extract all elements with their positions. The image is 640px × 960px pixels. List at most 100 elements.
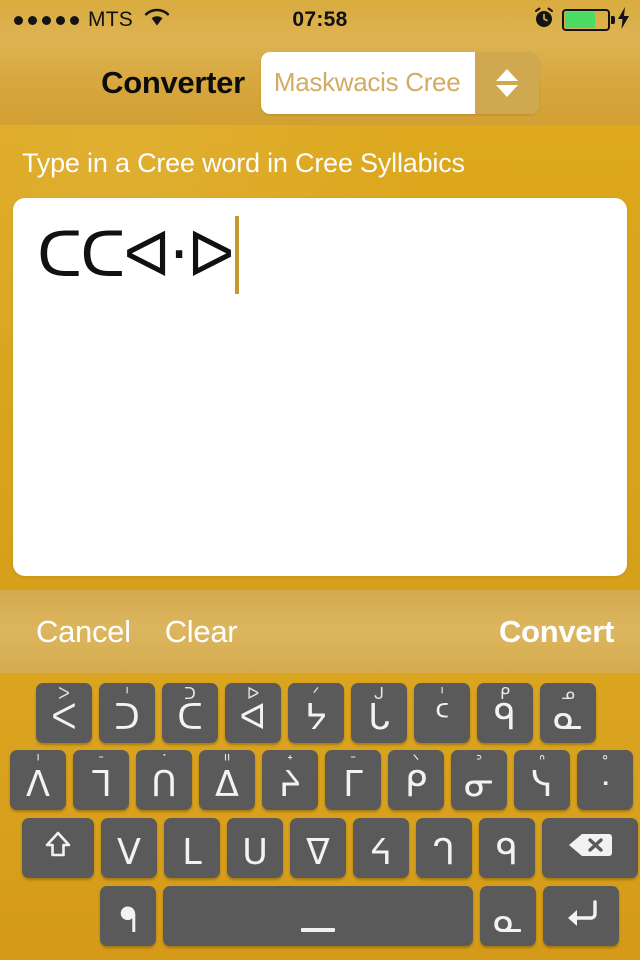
- key-glyph: ᑭ: [405, 765, 427, 805]
- space-bar-marker: [301, 928, 335, 932]
- key-3[interactable]: ᐦᐃ: [199, 750, 255, 810]
- key-glyph: ᒣ: [90, 765, 112, 805]
- key-alt-glyph: ᐟ: [312, 684, 320, 703]
- keyboard-row-3: ᐯ ᒪᑌᐁᔦ ᒉ ᑫ: [0, 818, 640, 878]
- key-glyph: ᒉ: [433, 833, 455, 873]
- key-2[interactable]: ᓇ: [480, 886, 536, 946]
- key-glyph: ᔭ: [305, 698, 327, 738]
- key-glyph: ᑎ: [151, 765, 177, 805]
- key-alt-glyph: ᐝ: [161, 751, 167, 770]
- key-alt-glyph: ᐢ: [538, 751, 546, 770]
- status-bar-right: [533, 6, 630, 34]
- language-picker-value[interactable]: Maskwacis Cree: [261, 52, 475, 114]
- return-icon: [561, 898, 601, 935]
- cree-text-value: ᑕᑕᐊ·ᐅ: [37, 218, 235, 291]
- key-8[interactable]: ᐢᓭ: [514, 750, 570, 810]
- key-7[interactable]: ᐣᓂ: [451, 750, 507, 810]
- key-alt-glyph: ᑊ: [440, 684, 444, 703]
- key-glyph: ᐃ: [215, 765, 239, 805]
- key-4[interactable]: ᐩᔨ: [262, 750, 318, 810]
- key-alt-glyph: ᓄ: [561, 684, 575, 703]
- key-alt-glyph: ᐤ: [601, 751, 609, 770]
- key-glyph: ᑦ: [434, 698, 450, 738]
- key-alt-glyph: ᐦ: [223, 751, 231, 770]
- alarm-clock-icon: [533, 7, 555, 34]
- key-7[interactable]: ᑫ: [479, 818, 535, 878]
- key-5[interactable]: ᒍᒐ: [351, 683, 407, 743]
- key-glyph: ᑫ: [496, 833, 518, 873]
- key-0[interactable]: ᐳᐸ: [36, 683, 92, 743]
- key-1[interactable]: ᑊᑐ: [99, 683, 155, 743]
- key-glyph: ᓂ: [464, 765, 494, 805]
- key-alt-glyph: ᑊ: [36, 751, 40, 770]
- text-caret: [234, 216, 239, 294]
- space-key[interactable]: [163, 886, 473, 946]
- key-3[interactable]: ᑌ: [227, 818, 283, 878]
- key-glyph: ᓇ: [553, 698, 583, 738]
- key-4[interactable]: ᐁ: [290, 818, 346, 878]
- return-key[interactable]: [543, 886, 619, 946]
- key-alt-glyph: ᐩ: [286, 751, 294, 770]
- keyboard-row-4: ᖳᓇ: [0, 886, 640, 946]
- key-glyph: ᔦ: [370, 833, 392, 873]
- key-4[interactable]: ᐟᔭ: [288, 683, 344, 743]
- key-glyph: ᐁ: [306, 833, 330, 873]
- cancel-button[interactable]: Cancel: [36, 614, 131, 650]
- key-1[interactable]: ᐯ: [101, 818, 157, 878]
- language-picker[interactable]: Maskwacis Cree: [260, 51, 539, 114]
- key-glyph: ᔨ: [279, 765, 301, 805]
- backspace-key[interactable]: [542, 818, 638, 878]
- lightning-bolt-icon: [617, 6, 630, 34]
- language-picker-stepper[interactable]: [474, 51, 539, 114]
- key-glyph: ᓭ: [531, 765, 553, 805]
- key-alt-glyph: ᐳ: [58, 684, 70, 703]
- cree-text-input[interactable]: ᑕᑕᐊ·ᐅ: [13, 198, 627, 576]
- syllabics-keyboard: ᐳᐸᑊᑐᑐᑕᐅᐊᐟᔭᒍᒐᑊᑦᑭᑫᓄᓇ ᑊᐱᐨᒣᐝᑎᐦᐃᐩᔨᐨᒥᐠᑭᐣᓂᐢᓭᐤᐧ …: [0, 673, 640, 960]
- key-2[interactable]: ᒪ: [164, 818, 220, 878]
- keyboard-accessory-toolbar: Cancel Clear Convert: [0, 590, 640, 673]
- key-8[interactable]: ᓄᓇ: [540, 683, 596, 743]
- keyboard-row-2: ᑊᐱᐨᒣᐝᑎᐦᐃᐩᔨᐨᒥᐠᑭᐣᓂᐢᓭᐤᐧ: [0, 750, 640, 810]
- key-glyph: ᒥ: [343, 765, 363, 805]
- key-alt-glyph: ᐨ: [97, 751, 105, 770]
- key-5[interactable]: ᔦ: [353, 818, 409, 878]
- key-alt-glyph: ᒍ: [373, 684, 385, 703]
- key-6[interactable]: ᑊᑦ: [414, 683, 470, 743]
- key-7[interactable]: ᑭᑫ: [477, 683, 533, 743]
- key-glyph: ᑫ: [494, 698, 516, 738]
- status-bar: MTS 07:58: [0, 0, 640, 40]
- key-alt-glyph: ᑊ: [125, 684, 129, 703]
- clear-button[interactable]: Clear: [165, 614, 238, 650]
- key-glyph: ᖳ: [118, 901, 138, 941]
- key-alt-glyph: ᐠ: [412, 751, 420, 770]
- key-alt-glyph: ᑭ: [499, 684, 511, 703]
- key-2[interactable]: ᑐᑕ: [162, 683, 218, 743]
- key-0[interactable]: ᖳ: [100, 886, 156, 946]
- key-glyph: ᒪ: [182, 833, 202, 873]
- key-6[interactable]: ᐠᑭ: [388, 750, 444, 810]
- triangle-down-icon[interactable]: [495, 84, 518, 97]
- key-glyph: ᐸ: [51, 698, 77, 738]
- key-glyph: ᐊ: [239, 698, 267, 738]
- key-5[interactable]: ᐨᒥ: [325, 750, 381, 810]
- key-9[interactable]: ᐤᐧ: [577, 750, 633, 810]
- key-glyph: ᐱ: [26, 765, 50, 805]
- navigation-bar: Converter Maskwacis Cree: [0, 40, 640, 125]
- key-1[interactable]: ᐨᒣ: [73, 750, 129, 810]
- key-glyph: ᐧ: [600, 765, 610, 805]
- keyboard-row-1: ᐳᐸᑊᑐᑐᑕᐅᐊᐟᔭᒍᒐᑊᑦᑭᑫᓄᓇ: [0, 683, 640, 743]
- cree-text-row: ᑕᑕᐊ·ᐅ: [37, 216, 239, 294]
- shift-icon: [41, 828, 75, 869]
- shift-key[interactable]: [22, 818, 94, 878]
- triangle-up-icon[interactable]: [495, 68, 518, 81]
- convert-button[interactable]: Convert: [499, 614, 614, 650]
- key-0[interactable]: ᑊᐱ: [10, 750, 66, 810]
- key-glyph: ᑕ: [177, 698, 203, 738]
- key-glyph: ᐯ: [117, 833, 141, 873]
- key-3[interactable]: ᐅᐊ: [225, 683, 281, 743]
- key-glyph: ᑐ: [114, 698, 140, 738]
- key-2[interactable]: ᐝᑎ: [136, 750, 192, 810]
- key-6[interactable]: ᒉ: [416, 818, 472, 878]
- battery-icon: [562, 9, 615, 31]
- key-alt-glyph: ᐣ: [475, 751, 483, 770]
